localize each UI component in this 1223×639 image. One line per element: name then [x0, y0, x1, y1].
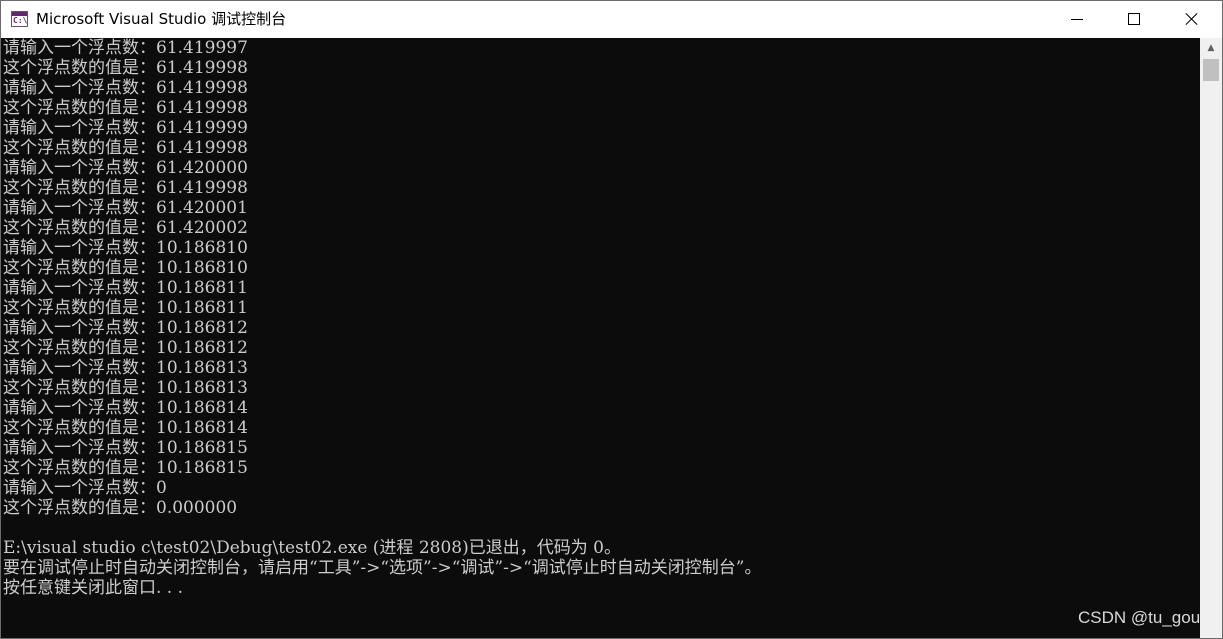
console-line: 请输入一个浮点数：61.420001: [3, 198, 248, 218]
console-line: 这个浮点数的值是：10.186810: [3, 258, 248, 278]
console-line: 请输入一个浮点数：0: [3, 478, 167, 498]
console-line: 请输入一个浮点数：10.186813: [3, 358, 248, 378]
console-line: 要在调试停止时自动关闭控制台，请启用“工具”->“选项”->“调试”->“调试停…: [3, 558, 762, 578]
console-line: 请输入一个浮点数：61.419999: [3, 118, 248, 138]
maximize-icon: [1128, 13, 1140, 25]
watermark: CSDN @tu_gou: [1078, 608, 1201, 627]
console-output[interactable]: 请输入一个浮点数：61.419997 这个浮点数的值是：61.419998 请输入一…: [1, 38, 1199, 638]
console-line: 请输入一个浮点数：61.420000: [3, 158, 248, 178]
console-line: 这个浮点数的值是：10.186812: [3, 338, 248, 358]
console-line: 这个浮点数的值是：10.186814: [3, 418, 248, 438]
console-line: 这个浮点数的值是：61.419998: [3, 138, 248, 158]
console-line: 这个浮点数的值是：61.419998: [3, 178, 248, 198]
scroll-up-arrow-icon[interactable]: ▲: [1200, 38, 1222, 58]
console-line: 这个浮点数的值是：61.419998: [3, 98, 248, 118]
close-button[interactable]: [1163, 1, 1221, 38]
console-line: 按任意键关闭此窗口. . .: [3, 578, 184, 598]
console-line: 这个浮点数的值是：10.186815: [3, 458, 248, 478]
console-line: 请输入一个浮点数：10.186811: [3, 278, 248, 298]
close-icon: [1186, 13, 1198, 25]
console-line: 请输入一个浮点数：10.186812: [3, 318, 248, 338]
minimize-button[interactable]: [1047, 1, 1105, 38]
console-line: 这个浮点数的值是：61.420002: [3, 218, 248, 238]
console-line: 这个浮点数的值是：61.419998: [3, 58, 248, 78]
visual-studio-console-icon[interactable]: C:\: [11, 11, 28, 27]
console-line: 这个浮点数的值是：10.186811: [3, 298, 248, 318]
console-line: 请输入一个浮点数：10.186814: [3, 398, 248, 418]
console-line: 请输入一个浮点数：10.186810: [3, 238, 248, 258]
maximize-button[interactable]: [1105, 1, 1163, 38]
console-line: 请输入一个浮点数：10.186815: [3, 438, 248, 458]
window-title: Microsoft Visual Studio 调试控制台: [36, 10, 287, 28]
console-line: 这个浮点数的值是：0.000000: [3, 498, 238, 518]
console-line: 请输入一个浮点数：61.419997: [3, 38, 248, 58]
console-line: E:\visual studio c\test02\Debug\test02.e…: [3, 538, 621, 558]
console-line: 这个浮点数的值是：10.186813: [3, 378, 248, 398]
scroll-thumb[interactable]: [1203, 59, 1219, 81]
console-window: C:\ Microsoft Visual Studio 调试控制台 请输入一个浮…: [0, 0, 1223, 639]
console-line: 请输入一个浮点数：61.419998: [3, 78, 248, 98]
title-bar[interactable]: C:\ Microsoft Visual Studio 调试控制台: [1, 1, 1222, 38]
minimize-icon: [1071, 19, 1083, 20]
vertical-scrollbar[interactable]: ▲: [1200, 38, 1222, 638]
app-icon-glyph: C:\: [13, 16, 28, 25]
